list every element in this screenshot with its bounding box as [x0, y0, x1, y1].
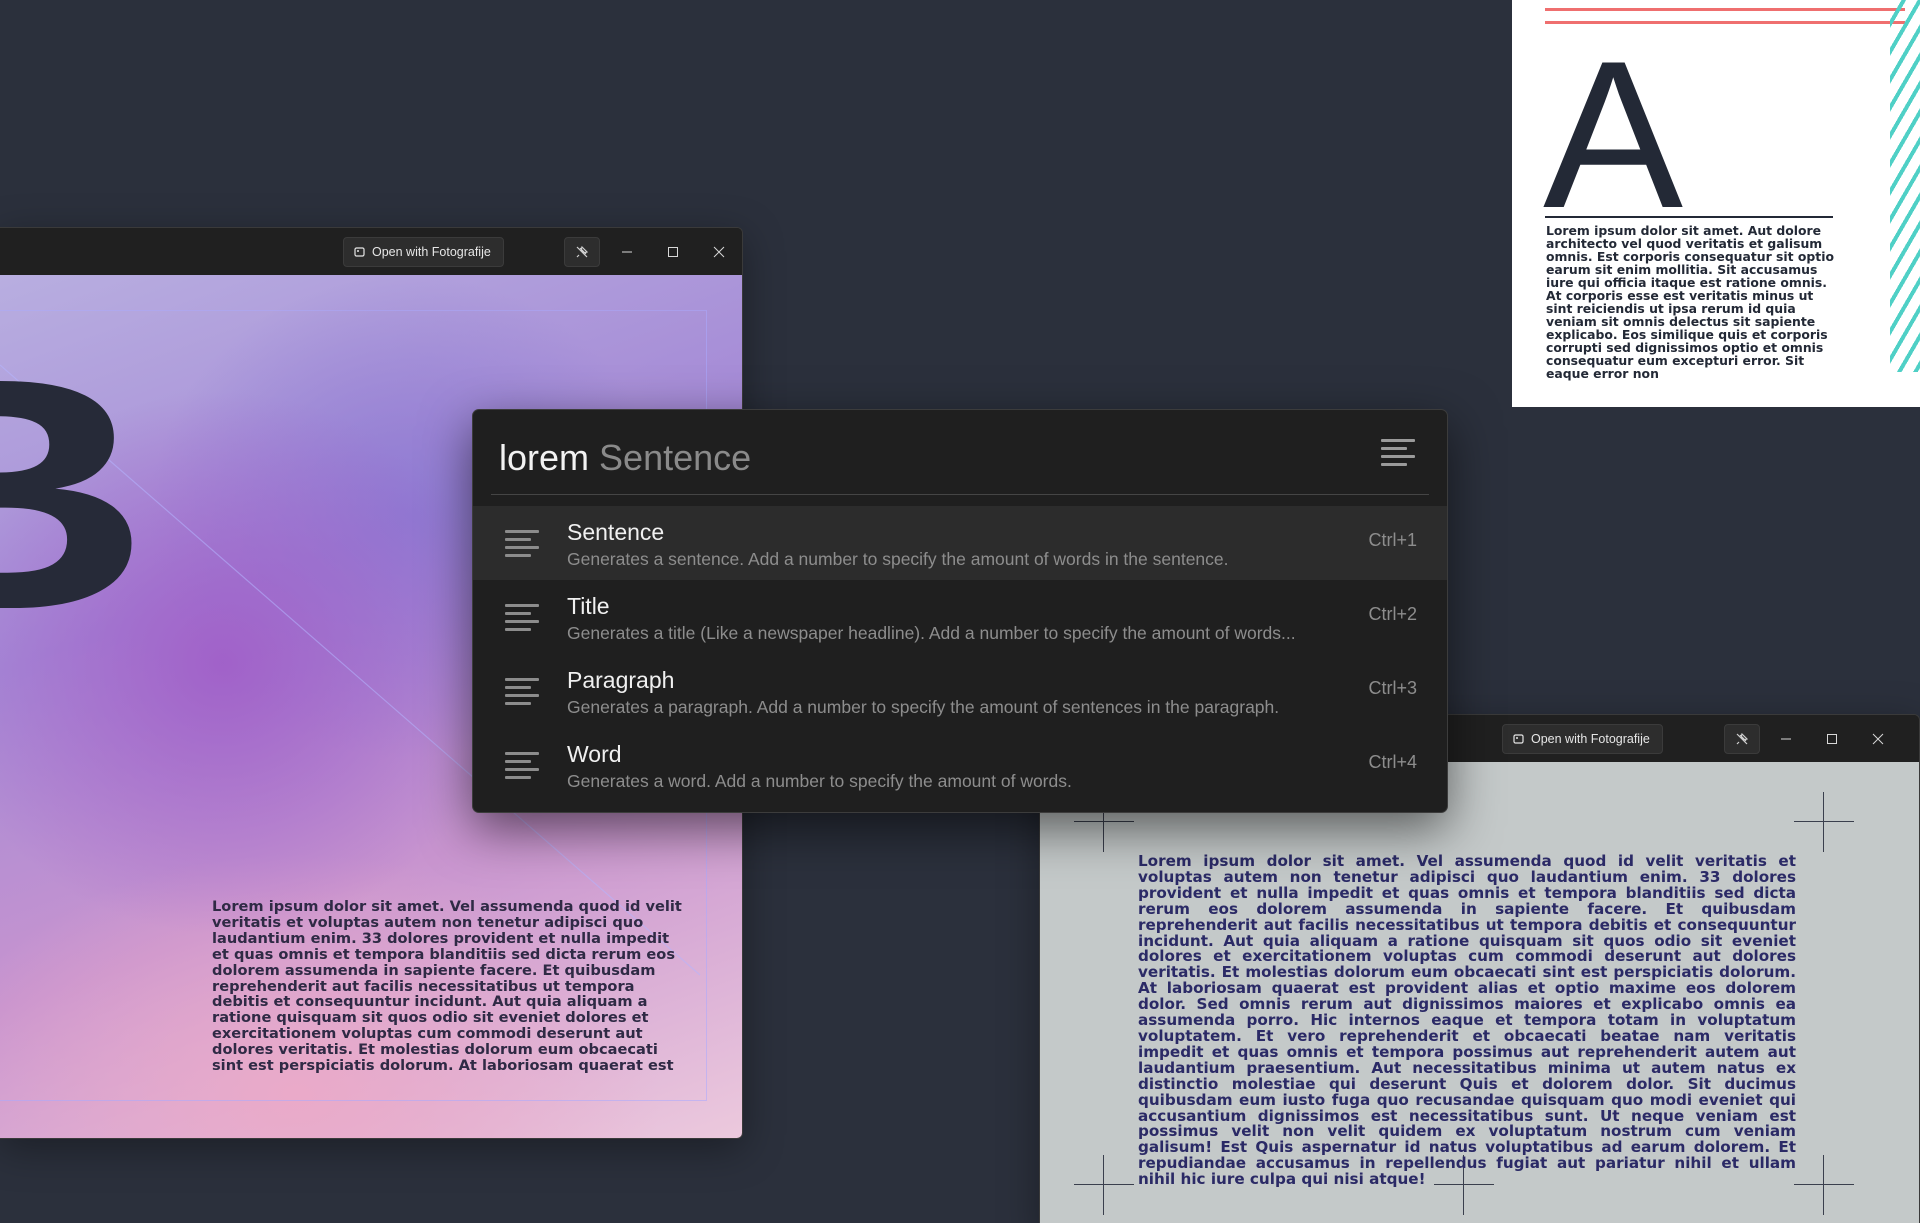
open-with-button[interactable]: Open with Fotografije: [343, 237, 504, 267]
crosshair-mark: [1074, 1155, 1134, 1215]
query-divider: [491, 494, 1429, 495]
poster-image-text: Lorem ipsum dolor sit amet. Vel assumend…: [1040, 762, 1919, 1223]
query-autocomplete: Sentence: [599, 437, 752, 478]
result-shortcut: Ctrl+3: [1368, 678, 1417, 698]
maximize-button[interactable]: [650, 228, 696, 275]
close-icon: [1872, 733, 1884, 744]
search-query[interactable]: lorem Sentence: [499, 434, 751, 482]
result-description: Generates a sentence. Add a number to sp…: [567, 549, 1229, 569]
letter-underline: [1545, 216, 1833, 218]
close-button[interactable]: [696, 228, 742, 275]
close-icon: [713, 246, 725, 257]
minimize-button[interactable]: [604, 228, 650, 275]
result-item[interactable]: Paragraph Generates a paragraph. Add a n…: [473, 654, 1447, 728]
result-description: Generates a paragraph. Add a number to s…: [567, 697, 1280, 717]
result-shortcut: Ctrl+4: [1368, 752, 1417, 772]
teal-stripes: [1890, 0, 1920, 372]
result-title: Paragraph: [567, 667, 675, 693]
poster-card-a: A Lorem ipsum dolor sit amet. Aut dolore…: [1512, 0, 1920, 407]
image-open-icon: [354, 247, 365, 257]
maximize-button[interactable]: [1809, 715, 1855, 762]
maximize-icon: [668, 246, 678, 257]
maximize-icon: [1827, 733, 1837, 744]
minimize-button[interactable]: [1763, 715, 1809, 762]
poster-letter-a: A: [1543, 17, 1684, 252]
result-shortcut: Ctrl+2: [1368, 604, 1417, 624]
pin-off-icon: [1736, 732, 1749, 745]
pin-off-button[interactable]: [564, 237, 600, 267]
result-item[interactable]: Title Generates a title (Like a newspape…: [473, 580, 1447, 654]
poster-paragraph: Lorem ipsum dolor sit amet. Vel assumend…: [1138, 852, 1796, 1189]
open-with-label: Open with Fotografije: [372, 245, 491, 259]
card-paragraph: Lorem ipsum dolor sit amet. Aut dolore a…: [1546, 223, 1834, 381]
result-item[interactable]: Word Generates a word. Add a number to s…: [473, 728, 1447, 802]
result-shortcut: Ctrl+1: [1368, 530, 1417, 550]
crosshair-mark: [1794, 792, 1854, 852]
lines-icon: [505, 752, 539, 779]
pin-off-icon: [576, 245, 589, 258]
red-rule-top: [1545, 8, 1905, 11]
lines-icon: [505, 678, 539, 705]
result-description: Generates a word. Add a number to specif…: [567, 771, 1072, 791]
result-description: Generates a title (Like a newspaper head…: [567, 623, 1296, 643]
lines-icon: [505, 530, 539, 557]
image-open-icon: [1513, 734, 1524, 744]
result-title: Title: [567, 593, 610, 619]
menu-icon[interactable]: [1379, 434, 1417, 472]
close-button[interactable]: [1855, 715, 1901, 762]
poster-paragraph: Lorem ipsum dolor sit amet. Vel assumend…: [212, 898, 682, 1075]
result-title: Word: [567, 741, 622, 767]
launcher-panel: lorem Sentence Sentence Generates a sent…: [472, 409, 1448, 813]
poster-letter: B: [0, 329, 152, 659]
result-item[interactable]: Sentence Generates a sentence. Add a num…: [473, 506, 1447, 580]
pin-off-button[interactable]: [1724, 724, 1760, 754]
result-title: Sentence: [567, 519, 665, 545]
query-keyword: lorem: [499, 437, 590, 478]
minimize-icon: [1781, 738, 1791, 739]
title-bar[interactable]: Open with Fotografije: [0, 228, 742, 275]
crosshair-mark: [1794, 1155, 1854, 1215]
open-with-button[interactable]: Open with Fotografije: [1502, 724, 1663, 754]
minimize-icon: [622, 251, 632, 252]
open-with-label: Open with Fotografije: [1531, 732, 1650, 746]
lines-icon: [505, 604, 539, 631]
